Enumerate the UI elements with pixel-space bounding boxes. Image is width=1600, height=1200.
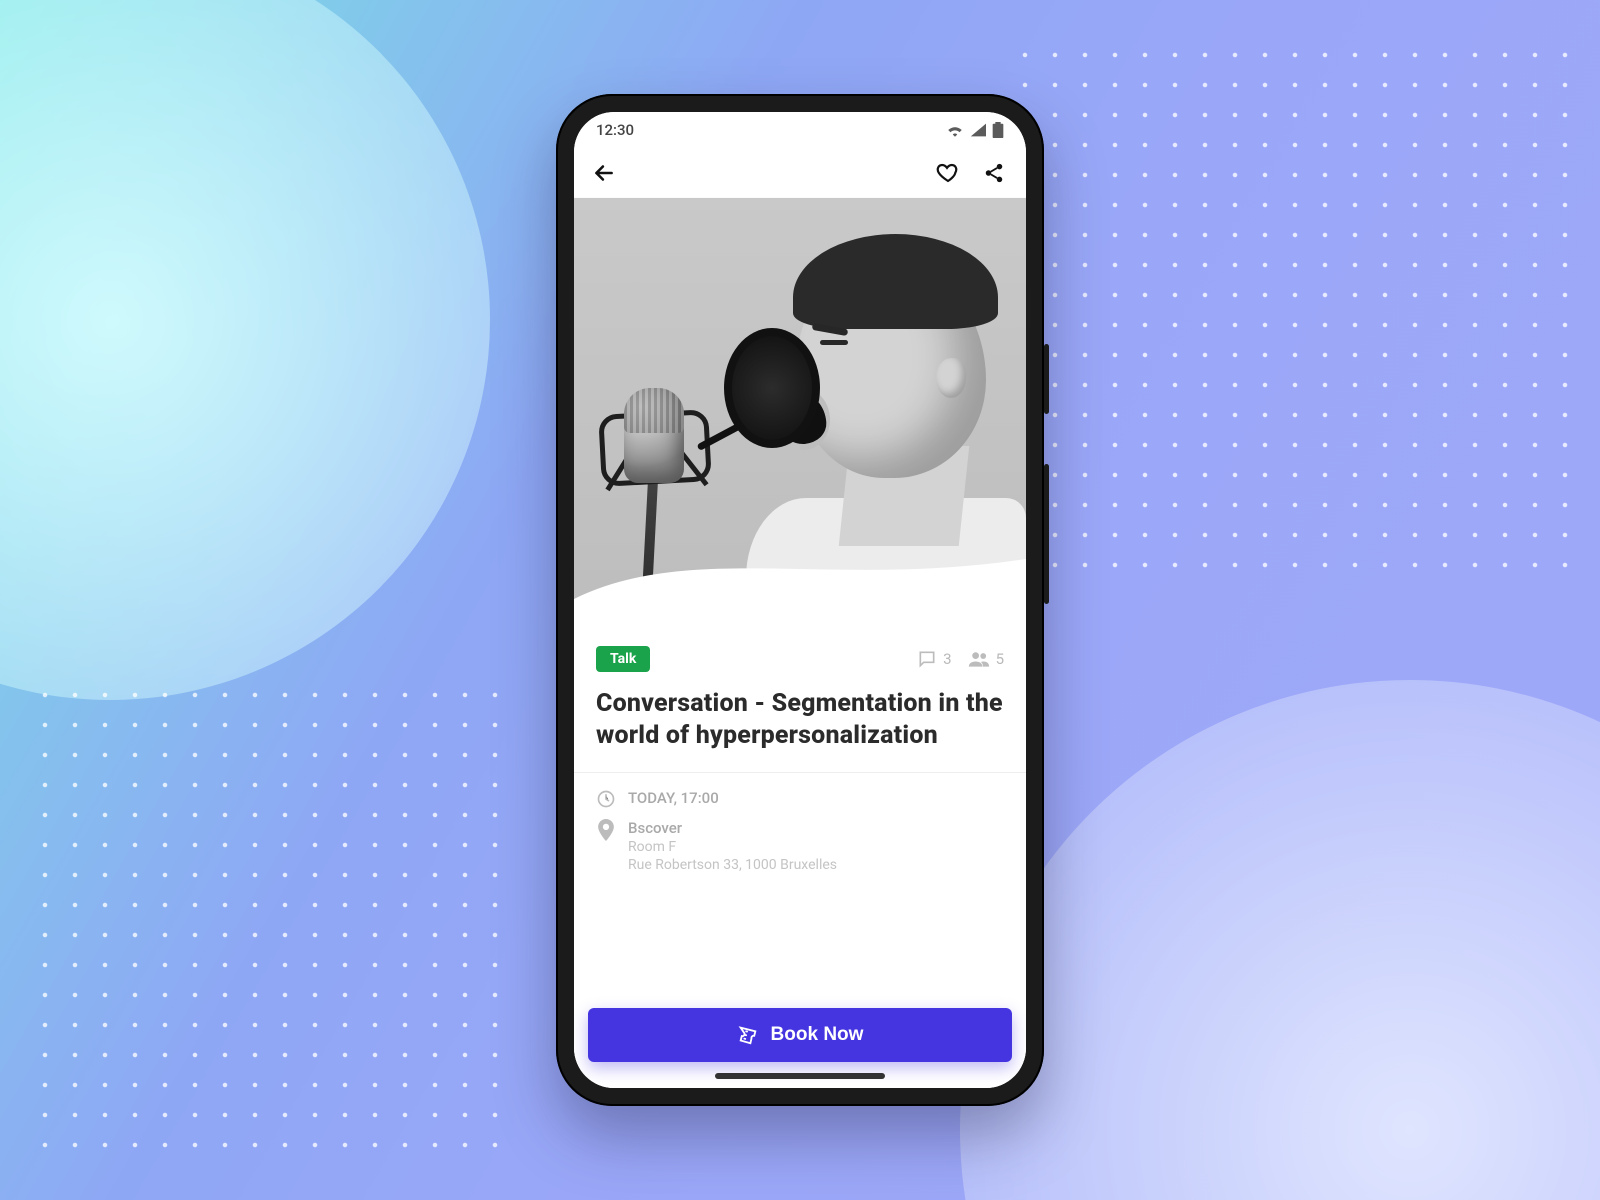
phone-side-button: [1044, 344, 1049, 414]
event-category-tag[interactable]: Talk: [596, 646, 650, 672]
comments-stat[interactable]: 3: [917, 649, 951, 669]
cellular-icon: [970, 123, 986, 137]
venue-address: Rue Robertson 33, 1000 Bruxelles: [628, 857, 837, 873]
status-bar: 12:30: [574, 112, 1026, 148]
venue-room: Room F: [628, 839, 837, 855]
wifi-icon: [946, 123, 964, 137]
event-title: Conversation - Segmentation in the world…: [596, 688, 1004, 752]
share-button[interactable]: [978, 157, 1010, 189]
phone-side-button: [1044, 464, 1049, 604]
bg-dot-grid: [30, 680, 500, 1170]
arrow-left-icon: [591, 160, 617, 186]
mockup-stage: 12:30: [0, 0, 1600, 1200]
book-now-button[interactable]: Book Now: [588, 1008, 1012, 1062]
battery-icon: [992, 122, 1004, 138]
back-button[interactable]: [588, 157, 620, 189]
comment-icon: [917, 649, 937, 669]
home-indicator[interactable]: [715, 1073, 885, 1079]
heart-icon: [936, 161, 960, 185]
comments-count: 3: [943, 650, 951, 668]
people-icon: [968, 650, 990, 668]
favorite-button[interactable]: [932, 157, 964, 189]
bg-circle: [0, 0, 490, 700]
phone-frame: 12:30: [556, 94, 1044, 1106]
location-pin-icon: [596, 819, 616, 841]
attendees-stat[interactable]: 5: [968, 650, 1004, 668]
phone-screen: 12:30: [574, 112, 1026, 1088]
app-bar: [574, 148, 1026, 198]
event-time: TODAY, 17:00: [628, 789, 719, 807]
status-time: 12:30: [596, 121, 634, 139]
event-hero-image: [574, 198, 1026, 628]
attendees-count: 5: [996, 650, 1004, 668]
book-now-label: Book Now: [771, 1024, 864, 1046]
event-time-row: TODAY, 17:00: [596, 789, 1004, 809]
event-location-row: Bscover Room F Rue Robertson 33, 1000 Br…: [596, 819, 1004, 873]
venue-name: Bscover: [628, 819, 837, 837]
event-meta-row: Talk 3 5: [596, 646, 1004, 672]
ticket-icon: [737, 1024, 759, 1046]
bg-dot-grid: [1010, 40, 1570, 590]
share-icon: [983, 162, 1005, 184]
event-content[interactable]: Talk 3 5 Conversation - Segmentation in …: [574, 628, 1026, 1003]
event-stats: 3 5: [917, 649, 1004, 669]
bg-circle: [960, 680, 1600, 1200]
clock-icon: [596, 789, 616, 809]
divider: [574, 772, 1026, 773]
